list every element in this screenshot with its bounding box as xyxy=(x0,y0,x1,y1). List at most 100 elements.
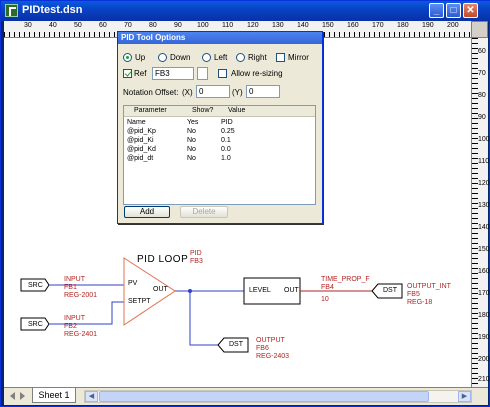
level-in-port: LEVEL xyxy=(249,287,271,294)
allow-resize-checkbox[interactable] xyxy=(218,69,227,78)
horizontal-scroll-thumb[interactable] xyxy=(99,391,429,402)
pid-ref: FB3 xyxy=(190,258,203,265)
parameter-row[interactable]: Name Yes PID xyxy=(124,119,315,128)
ruler-label: 150 xyxy=(322,22,334,29)
ruler-label: 70 xyxy=(124,22,132,29)
col-parameter[interactable]: Parameter xyxy=(134,107,167,114)
ruler-label: 150 xyxy=(478,246,490,253)
sheet-tab[interactable]: Sheet 1 xyxy=(32,388,76,403)
parameter-row[interactable]: @pid_dt No 1.0 xyxy=(124,155,315,164)
ruler-label: 60 xyxy=(478,48,486,55)
param-value: 1.0 xyxy=(221,155,231,162)
ruler-label: 90 xyxy=(478,114,486,121)
param-value: 0.0 xyxy=(221,146,231,153)
param-show: No xyxy=(187,128,196,135)
horizontal-scrollbar[interactable]: ◀ ▶ xyxy=(84,390,472,403)
ruler-label: 80 xyxy=(478,92,486,99)
sheet-tab-bar: Sheet 1 ◀ ▶ xyxy=(4,387,488,405)
param-value: 0.25 xyxy=(221,128,235,135)
time-prop-name: TIME_PROP_F xyxy=(321,276,370,283)
src2-label: SRC xyxy=(28,321,43,328)
pid-loop-title: PID LOOP xyxy=(137,254,189,265)
src2-name: INPUT xyxy=(64,315,85,322)
src2-addr: REG-2401 xyxy=(64,331,98,338)
ruler-label: 170 xyxy=(478,290,490,297)
pid-setpt-port: SETPT xyxy=(128,298,151,305)
ruler-label: 40 xyxy=(49,22,57,29)
scroll-right-icon[interactable]: ▶ xyxy=(458,391,471,402)
ruler-label: 90 xyxy=(174,22,182,29)
pid-out-port: OUT xyxy=(153,286,168,293)
dst1-ref: FB5 xyxy=(407,291,420,298)
col-show[interactable]: Show? xyxy=(192,107,213,114)
parameter-row[interactable]: @pid_Ki No 0.1 xyxy=(124,137,315,146)
y-offset-label: (Y) xyxy=(232,88,243,97)
param-show: No xyxy=(187,146,196,153)
src1-label: SRC xyxy=(28,282,43,289)
ref-checkbox[interactable] xyxy=(123,69,132,78)
pid-pv-port: PV xyxy=(128,280,138,287)
pid-tool-options-dialog: PID Tool Options Up Down Left Right Mirr… xyxy=(117,31,323,224)
param-show: No xyxy=(187,155,196,162)
src1-ref: FB1 xyxy=(64,284,77,291)
window-title: PIDtest.dsn xyxy=(22,4,83,16)
src1-addr: REG-2001 xyxy=(64,292,98,299)
param-name: @pid_Kp xyxy=(127,128,156,135)
orientation-left-radio[interactable] xyxy=(202,53,211,62)
notation-offset-label: Notation Offset: xyxy=(123,88,179,97)
ref-input[interactable]: FB3 xyxy=(152,67,194,80)
ruler-label: 130 xyxy=(478,202,490,209)
y-offset-input[interactable]: 0 xyxy=(246,85,280,98)
time-prop-ref: FB4 xyxy=(321,284,334,291)
ruler-label: 190 xyxy=(478,334,490,341)
add-button[interactable]: Add xyxy=(124,206,170,218)
col-value[interactable]: Value xyxy=(228,107,245,114)
ruler-label: 120 xyxy=(478,180,490,187)
ruler-label: 140 xyxy=(478,224,490,231)
ruler-label: 30 xyxy=(24,22,32,29)
src2-ref: FB2 xyxy=(64,323,77,330)
orientation-left-label: Left xyxy=(214,53,228,62)
ruler-label: 100 xyxy=(197,22,209,29)
param-name: @pid_dt xyxy=(127,155,154,162)
title-bar[interactable]: PIDtest.dsn _ □ ✕ xyxy=(1,1,490,21)
param-show: No xyxy=(187,137,196,144)
ruler-corner xyxy=(471,21,488,38)
ref-extra-input[interactable] xyxy=(197,67,208,80)
dst2-name: OUTPUT xyxy=(256,337,285,344)
next-sheet-icon[interactable] xyxy=(20,392,25,400)
mirror-checkbox[interactable] xyxy=(276,53,285,62)
x-offset-input[interactable]: 0 xyxy=(196,85,230,98)
dst2-addr: REG-2403 xyxy=(256,353,290,360)
dst1-name: OUTPUT_INT xyxy=(407,283,451,290)
orientation-up-radio[interactable] xyxy=(123,53,132,62)
ruler-label: 110 xyxy=(222,22,234,29)
ref-label: Ref xyxy=(134,69,147,78)
ruler-label: 70 xyxy=(478,70,486,77)
ruler-label: 140 xyxy=(297,22,309,29)
parameter-row[interactable]: @pid_Kp No 0.25 xyxy=(124,128,315,137)
orientation-right-radio[interactable] xyxy=(236,53,245,62)
parameter-row[interactable]: @pid_Kd No 0.0 xyxy=(124,146,315,155)
orientation-up-label: Up xyxy=(135,53,146,62)
param-name: Name xyxy=(127,119,146,126)
maximize-button[interactable]: □ xyxy=(446,3,461,18)
parameter-list-header: Parameter Show? Value xyxy=(124,106,315,117)
scroll-left-icon[interactable]: ◀ xyxy=(85,391,98,402)
minimize-button[interactable]: _ xyxy=(429,3,444,18)
parameter-list[interactable]: Parameter Show? Value Name Yes PID @pid_… xyxy=(123,105,316,205)
ruler-label: 160 xyxy=(478,268,490,275)
dialog-title[interactable]: PID Tool Options xyxy=(118,32,322,44)
dst1-addr: REG-18 xyxy=(407,299,433,306)
orientation-down-radio[interactable] xyxy=(158,53,167,62)
previous-sheet-icon[interactable] xyxy=(10,392,15,400)
delete-button[interactable]: Delete xyxy=(180,206,228,218)
param-value: 0.1 xyxy=(221,137,231,144)
app-icon xyxy=(5,4,18,17)
close-button[interactable]: ✕ xyxy=(463,3,478,18)
param-show: Yes xyxy=(187,119,199,126)
allow-resize-label: Allow re-sizing xyxy=(231,69,283,78)
mirror-label: Mirror xyxy=(288,53,309,62)
ruler-label: 200 xyxy=(478,356,490,363)
ruler-label: 60 xyxy=(99,22,107,29)
